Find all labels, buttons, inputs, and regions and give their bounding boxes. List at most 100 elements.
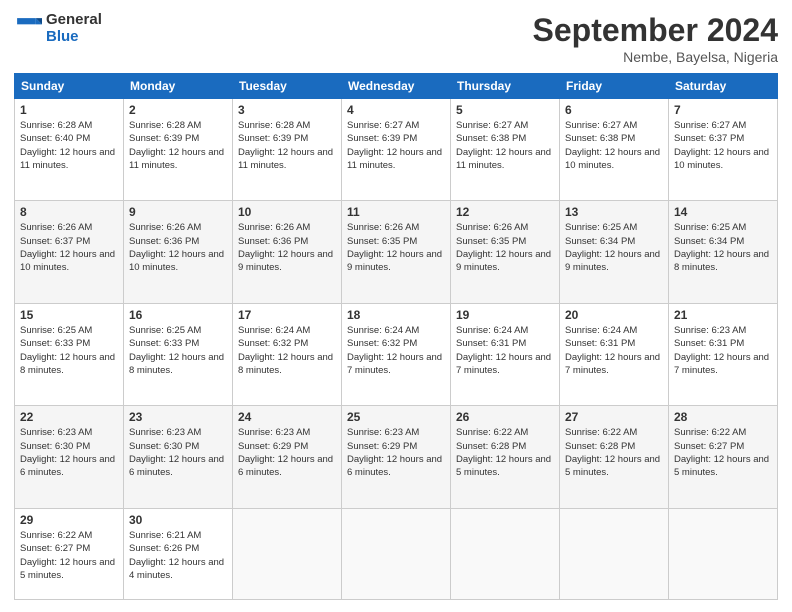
sunset-text: Sunset: 6:34 PM — [565, 236, 635, 247]
day-number: 2 — [129, 103, 227, 117]
cell-content: Sunrise: 6:26 AM Sunset: 6:37 PM Dayligh… — [20, 221, 118, 274]
day-number: 25 — [347, 410, 445, 424]
daylight-text: Daylight: 12 hours and 5 minutes. — [456, 454, 551, 478]
daylight-text: Daylight: 12 hours and 8 minutes. — [674, 249, 769, 273]
sunrise-text: Sunrise: 6:25 AM — [674, 222, 746, 233]
day-number: 29 — [20, 513, 118, 527]
day-number: 19 — [456, 308, 554, 322]
table-row: 2 Sunrise: 6:28 AM Sunset: 6:39 PM Dayli… — [124, 99, 233, 201]
day-number: 15 — [20, 308, 118, 322]
calendar-title: September 2024 — [533, 12, 778, 49]
sunset-text: Sunset: 6:26 PM — [129, 543, 199, 554]
logo-general-text: General — [46, 12, 102, 29]
cell-content: Sunrise: 6:23 AM Sunset: 6:31 PM Dayligh… — [674, 324, 772, 377]
table-row: 20 Sunrise: 6:24 AM Sunset: 6:31 PM Dayl… — [560, 303, 669, 405]
col-saturday: Saturday — [669, 74, 778, 99]
table-row: 4 Sunrise: 6:27 AM Sunset: 6:39 PM Dayli… — [342, 99, 451, 201]
cell-content: Sunrise: 6:25 AM Sunset: 6:34 PM Dayligh… — [565, 221, 663, 274]
sunset-text: Sunset: 6:30 PM — [129, 441, 199, 452]
sunrise-text: Sunrise: 6:24 AM — [347, 325, 419, 336]
col-friday: Friday — [560, 74, 669, 99]
sunset-text: Sunset: 6:39 PM — [347, 133, 417, 144]
daylight-text: Daylight: 12 hours and 5 minutes. — [565, 454, 660, 478]
table-row: 9 Sunrise: 6:26 AM Sunset: 6:36 PM Dayli… — [124, 201, 233, 303]
day-number: 5 — [456, 103, 554, 117]
sunrise-text: Sunrise: 6:27 AM — [565, 120, 637, 131]
cell-content: Sunrise: 6:27 AM Sunset: 6:39 PM Dayligh… — [347, 119, 445, 172]
table-row: 5 Sunrise: 6:27 AM Sunset: 6:38 PM Dayli… — [451, 99, 560, 201]
daylight-text: Daylight: 12 hours and 6 minutes. — [20, 454, 115, 478]
table-row — [669, 508, 778, 599]
day-number: 28 — [674, 410, 772, 424]
title-block: September 2024 Nembe, Bayelsa, Nigeria — [533, 12, 778, 65]
cell-content: Sunrise: 6:23 AM Sunset: 6:29 PM Dayligh… — [238, 426, 336, 479]
table-row: 30 Sunrise: 6:21 AM Sunset: 6:26 PM Dayl… — [124, 508, 233, 599]
table-row: 25 Sunrise: 6:23 AM Sunset: 6:29 PM Dayl… — [342, 406, 451, 508]
daylight-text: Daylight: 12 hours and 10 minutes. — [20, 249, 115, 273]
daylight-text: Daylight: 12 hours and 10 minutes. — [565, 147, 660, 171]
cell-content: Sunrise: 6:27 AM Sunset: 6:38 PM Dayligh… — [456, 119, 554, 172]
day-number: 16 — [129, 308, 227, 322]
sunset-text: Sunset: 6:29 PM — [238, 441, 308, 452]
sunset-text: Sunset: 6:27 PM — [20, 543, 90, 554]
header-row: Sunday Monday Tuesday Wednesday Thursday… — [15, 74, 778, 99]
sunset-text: Sunset: 6:28 PM — [565, 441, 635, 452]
sunrise-text: Sunrise: 6:22 AM — [20, 530, 92, 541]
daylight-text: Daylight: 12 hours and 6 minutes. — [238, 454, 333, 478]
col-tuesday: Tuesday — [233, 74, 342, 99]
cell-content: Sunrise: 6:26 AM Sunset: 6:35 PM Dayligh… — [456, 221, 554, 274]
table-row: 1 Sunrise: 6:28 AM Sunset: 6:40 PM Dayli… — [15, 99, 124, 201]
table-row: 6 Sunrise: 6:27 AM Sunset: 6:38 PM Dayli… — [560, 99, 669, 201]
cell-content: Sunrise: 6:26 AM Sunset: 6:36 PM Dayligh… — [238, 221, 336, 274]
day-number: 27 — [565, 410, 663, 424]
sunset-text: Sunset: 6:32 PM — [238, 338, 308, 349]
day-number: 10 — [238, 205, 336, 219]
day-number: 26 — [456, 410, 554, 424]
daylight-text: Daylight: 12 hours and 9 minutes. — [238, 249, 333, 273]
table-row: 29 Sunrise: 6:22 AM Sunset: 6:27 PM Dayl… — [15, 508, 124, 599]
daylight-text: Daylight: 12 hours and 5 minutes. — [20, 557, 115, 581]
table-row: 22 Sunrise: 6:23 AM Sunset: 6:30 PM Dayl… — [15, 406, 124, 508]
sunset-text: Sunset: 6:31 PM — [456, 338, 526, 349]
daylight-text: Daylight: 12 hours and 11 minutes. — [347, 147, 442, 171]
cell-content: Sunrise: 6:22 AM Sunset: 6:27 PM Dayligh… — [20, 529, 118, 582]
day-number: 24 — [238, 410, 336, 424]
daylight-text: Daylight: 12 hours and 8 minutes. — [238, 352, 333, 376]
sunrise-text: Sunrise: 6:23 AM — [238, 427, 310, 438]
table-row: 12 Sunrise: 6:26 AM Sunset: 6:35 PM Dayl… — [451, 201, 560, 303]
table-row: 17 Sunrise: 6:24 AM Sunset: 6:32 PM Dayl… — [233, 303, 342, 405]
daylight-text: Daylight: 12 hours and 5 minutes. — [674, 454, 769, 478]
sunset-text: Sunset: 6:39 PM — [129, 133, 199, 144]
table-row: 7 Sunrise: 6:27 AM Sunset: 6:37 PM Dayli… — [669, 99, 778, 201]
table-row: 8 Sunrise: 6:26 AM Sunset: 6:37 PM Dayli… — [15, 201, 124, 303]
day-number: 3 — [238, 103, 336, 117]
daylight-text: Daylight: 12 hours and 10 minutes. — [129, 249, 224, 273]
daylight-text: Daylight: 12 hours and 9 minutes. — [347, 249, 442, 273]
sunrise-text: Sunrise: 6:28 AM — [238, 120, 310, 131]
cell-content: Sunrise: 6:23 AM Sunset: 6:30 PM Dayligh… — [129, 426, 227, 479]
sunrise-text: Sunrise: 6:26 AM — [129, 222, 201, 233]
daylight-text: Daylight: 12 hours and 11 minutes. — [129, 147, 224, 171]
cell-content: Sunrise: 6:25 AM Sunset: 6:33 PM Dayligh… — [129, 324, 227, 377]
cell-content: Sunrise: 6:28 AM Sunset: 6:39 PM Dayligh… — [129, 119, 227, 172]
table-row: 26 Sunrise: 6:22 AM Sunset: 6:28 PM Dayl… — [451, 406, 560, 508]
day-number: 1 — [20, 103, 118, 117]
cell-content: Sunrise: 6:24 AM Sunset: 6:31 PM Dayligh… — [565, 324, 663, 377]
sunrise-text: Sunrise: 6:26 AM — [347, 222, 419, 233]
sunrise-text: Sunrise: 6:26 AM — [20, 222, 92, 233]
table-row: 23 Sunrise: 6:23 AM Sunset: 6:30 PM Dayl… — [124, 406, 233, 508]
daylight-text: Daylight: 12 hours and 8 minutes. — [20, 352, 115, 376]
cell-content: Sunrise: 6:28 AM Sunset: 6:40 PM Dayligh… — [20, 119, 118, 172]
table-row: 18 Sunrise: 6:24 AM Sunset: 6:32 PM Dayl… — [342, 303, 451, 405]
sunset-text: Sunset: 6:38 PM — [456, 133, 526, 144]
sunrise-text: Sunrise: 6:27 AM — [674, 120, 746, 131]
cell-content: Sunrise: 6:23 AM Sunset: 6:29 PM Dayligh… — [347, 426, 445, 479]
daylight-text: Daylight: 12 hours and 9 minutes. — [565, 249, 660, 273]
sunrise-text: Sunrise: 6:24 AM — [238, 325, 310, 336]
sunset-text: Sunset: 6:37 PM — [674, 133, 744, 144]
sunset-text: Sunset: 6:31 PM — [674, 338, 744, 349]
sunset-text: Sunset: 6:32 PM — [347, 338, 417, 349]
sunset-text: Sunset: 6:34 PM — [674, 236, 744, 247]
cell-content: Sunrise: 6:22 AM Sunset: 6:28 PM Dayligh… — [565, 426, 663, 479]
cell-content: Sunrise: 6:23 AM Sunset: 6:30 PM Dayligh… — [20, 426, 118, 479]
